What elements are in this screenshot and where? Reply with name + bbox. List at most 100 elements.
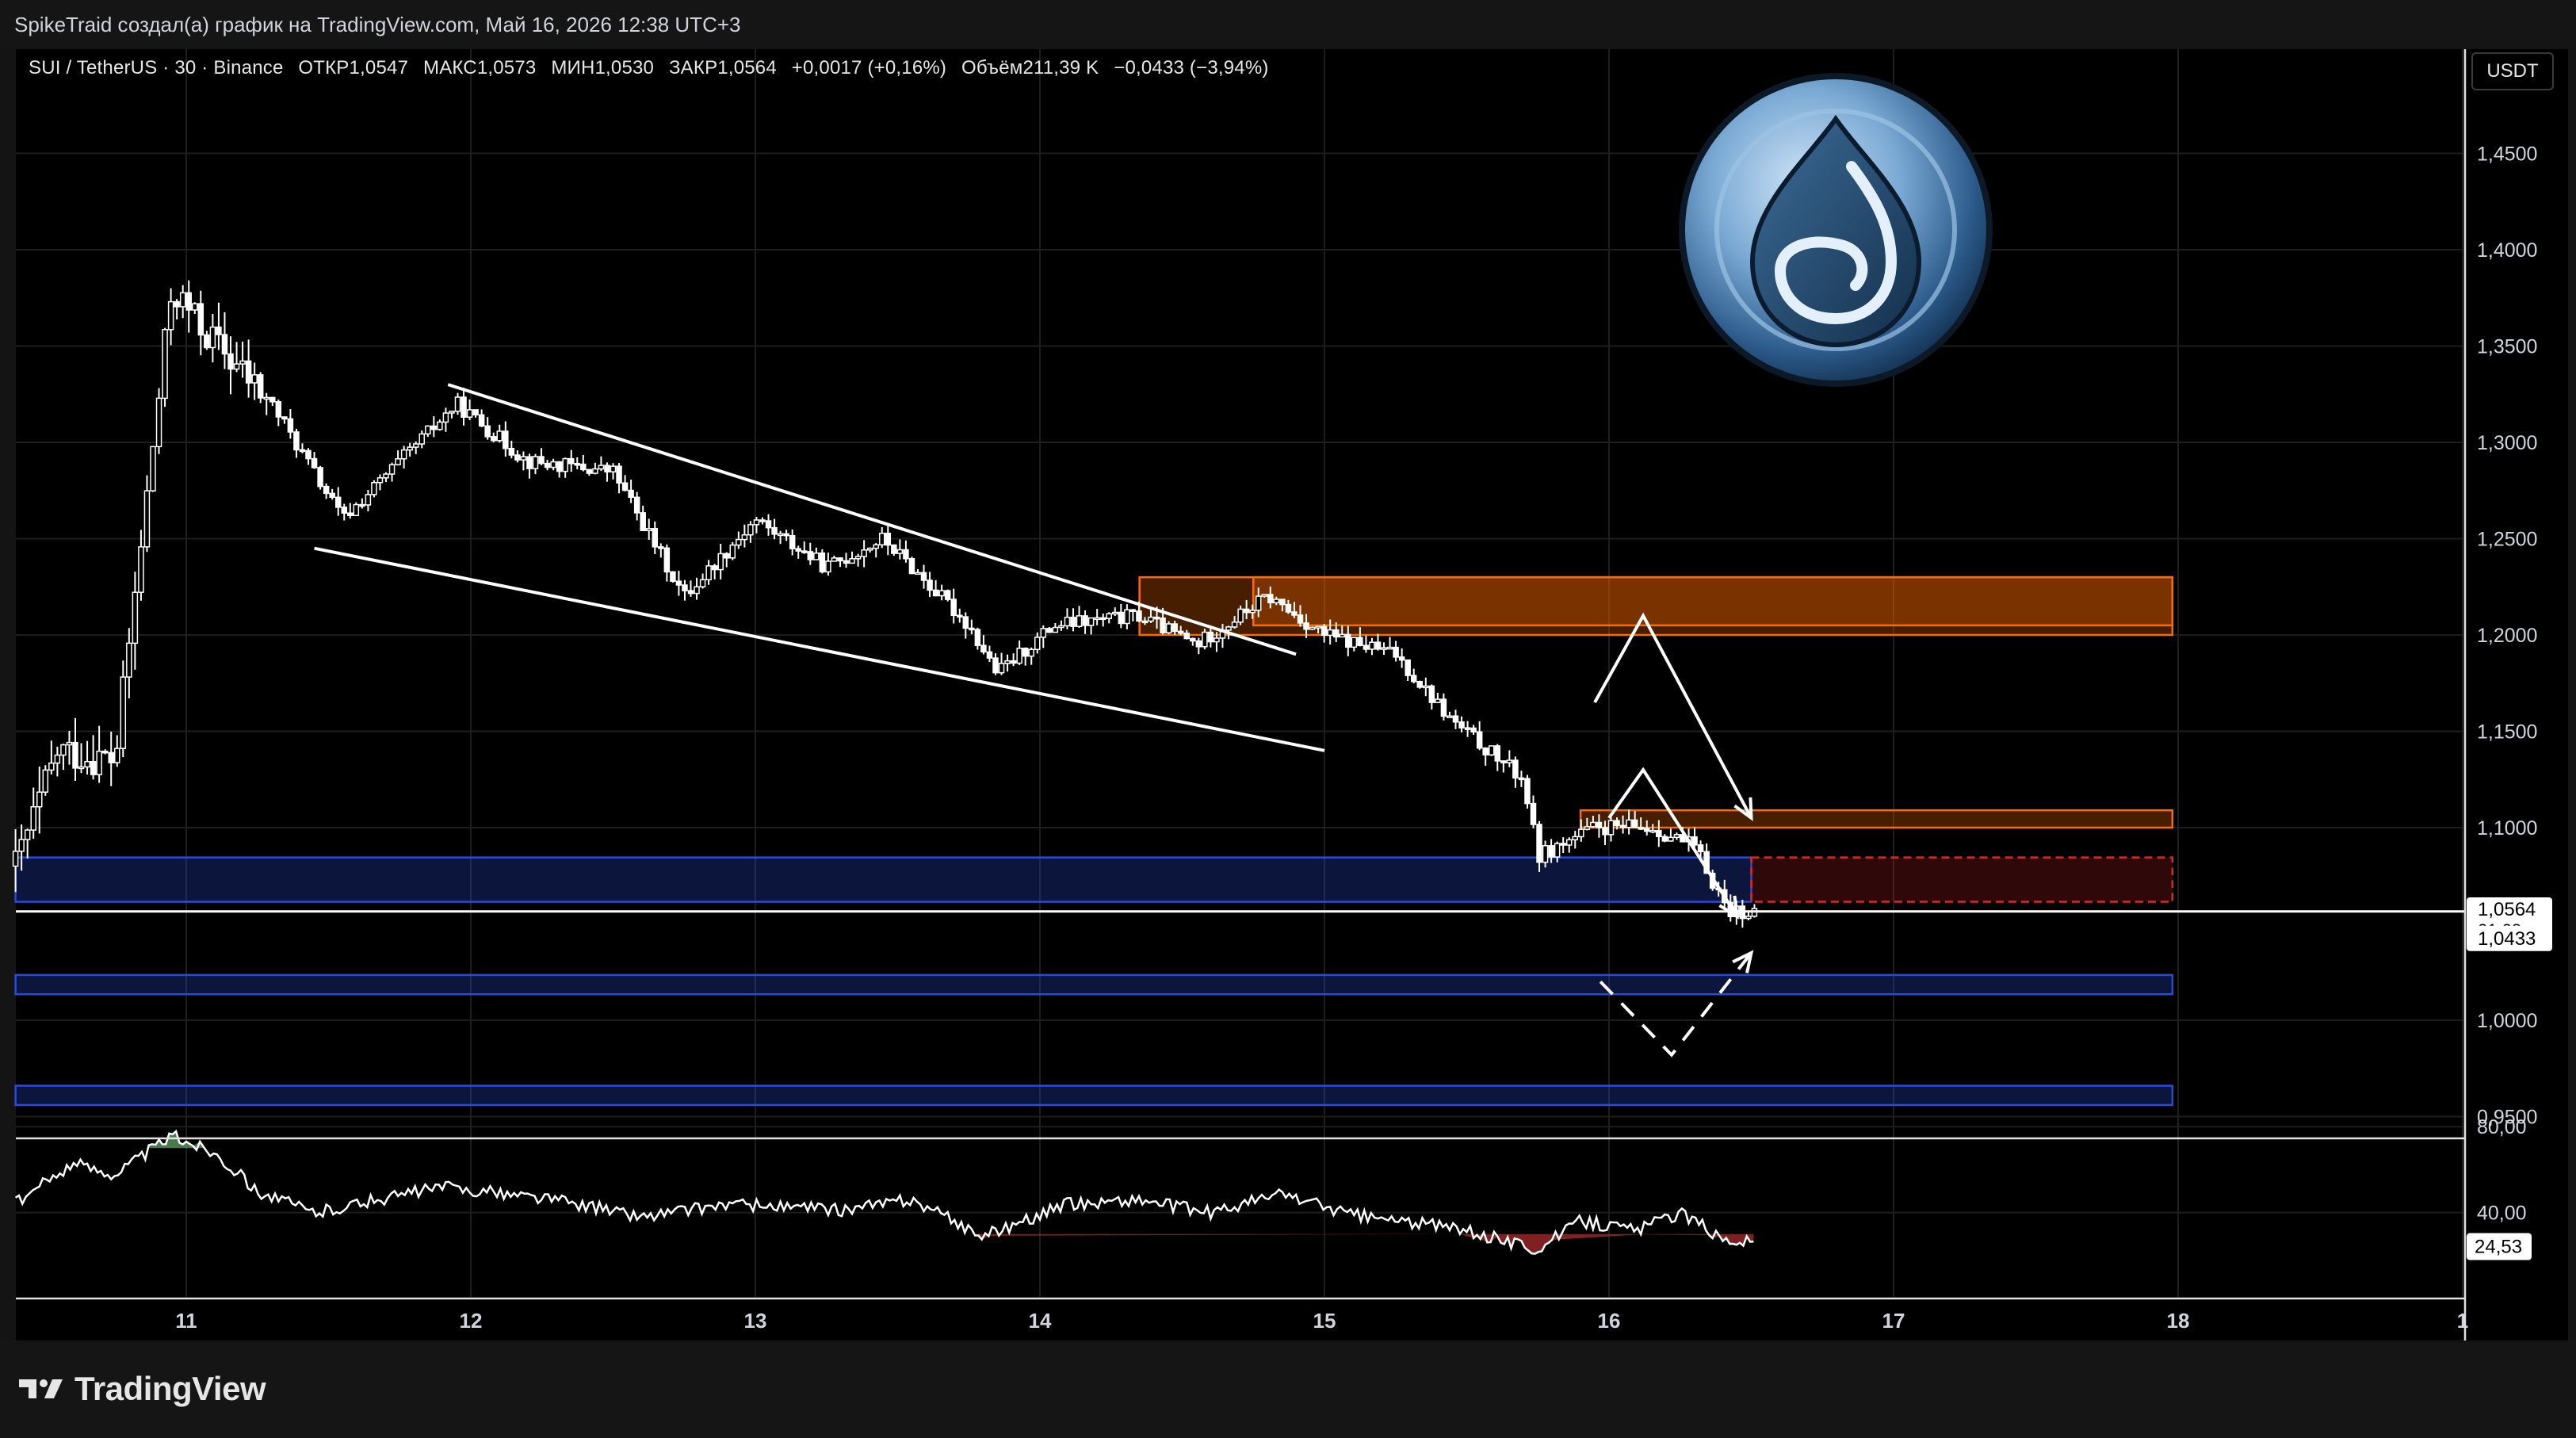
candle-body	[1428, 685, 1435, 703]
candle-body	[944, 590, 951, 600]
candle-body	[854, 556, 862, 560]
y-tick-label: 1,2000	[2477, 625, 2537, 647]
candle-body	[1351, 637, 1358, 648]
candle-body	[777, 533, 784, 537]
candle-body	[580, 463, 587, 471]
candle-body	[18, 839, 25, 852]
candle-body	[1087, 617, 1095, 626]
trend-line	[447, 383, 1297, 656]
candle-body	[652, 528, 659, 548]
candle-body	[185, 292, 192, 311]
candle-body	[1423, 685, 1429, 689]
x-tick-label: 11	[175, 1309, 197, 1333]
candle-body	[245, 360, 252, 384]
candle-body	[30, 805, 36, 831]
candle-body	[807, 551, 814, 560]
candle-body	[957, 614, 963, 618]
candle-body	[1614, 820, 1620, 827]
tradingview-logo[interactable]: TradingView	[17, 1370, 266, 1408]
candle-body	[192, 303, 198, 311]
candle-body	[1530, 802, 1537, 825]
candle-body	[1303, 622, 1309, 630]
candle-body	[544, 462, 551, 468]
candle-body	[1267, 594, 1274, 604]
candle-body	[12, 851, 19, 867]
candle-body	[550, 461, 556, 468]
candle-body	[896, 549, 904, 554]
rsi-line	[14, 1129, 1754, 1255]
candle-body	[1004, 660, 1011, 664]
candle-body	[299, 449, 306, 453]
candle-body	[574, 463, 581, 466]
candle-body	[1656, 829, 1662, 838]
candle-body	[1231, 621, 1238, 628]
candle-body	[48, 762, 55, 771]
candle-body	[723, 553, 730, 559]
candle-body	[388, 464, 396, 475]
currency-button[interactable]: USDT	[2471, 52, 2554, 90]
candle-body	[741, 534, 748, 541]
candle-body	[484, 425, 491, 438]
candle-body	[179, 292, 186, 308]
candle-body	[1458, 721, 1465, 729]
candle-body	[305, 449, 311, 460]
candle-body	[1590, 821, 1596, 828]
candle-body	[419, 433, 426, 445]
candle-body	[1602, 827, 1608, 836]
candle-body	[1297, 614, 1304, 624]
candle-body	[1046, 628, 1053, 633]
candle-body	[1578, 828, 1584, 838]
candle-body	[1118, 611, 1125, 625]
candle-body	[837, 557, 843, 562]
symbol-name[interactable]: SUI / TetherUS · 30 · Binance	[29, 57, 284, 78]
rsi-oversold-fill	[975, 1233, 1754, 1254]
candle-body	[556, 461, 563, 472]
candle-body	[101, 750, 109, 754]
candle-body	[1279, 599, 1286, 606]
price-zone-support	[14, 856, 1752, 903]
candle-body	[699, 579, 706, 587]
y-tick-label: 1,4500	[2477, 143, 2537, 166]
candle-body	[1112, 611, 1118, 615]
candle-body	[1452, 715, 1459, 723]
candle-body	[323, 485, 330, 495]
candle-body	[216, 326, 222, 335]
candle-body	[682, 584, 688, 591]
candle-body	[263, 396, 269, 400]
candle-body	[1464, 727, 1471, 730]
candle-body	[885, 533, 892, 546]
y-tick-label: 1,0000	[2477, 1010, 2537, 1032]
candle-body	[670, 571, 676, 582]
candle-body	[96, 750, 102, 775]
candle-body	[920, 572, 927, 581]
candle-body	[66, 741, 73, 746]
candle-body	[383, 473, 389, 479]
candle-body	[950, 599, 957, 617]
candle-body	[239, 360, 246, 365]
candle-body	[1619, 824, 1626, 828]
candle-body	[1082, 615, 1088, 626]
x-tick-label: 15	[1313, 1309, 1336, 1333]
candle-body	[866, 547, 873, 551]
candle-body	[430, 425, 438, 430]
candle-body	[1447, 715, 1453, 718]
candle-body	[1697, 844, 1704, 853]
candle-body	[604, 465, 610, 472]
candle-body	[675, 580, 682, 586]
x-tick-label: 14	[1029, 1309, 1052, 1333]
candle-body	[1374, 641, 1382, 650]
rsi-tick-label: 80,00	[2477, 1116, 2527, 1138]
candle-body	[1673, 834, 1680, 839]
candle-body	[1572, 836, 1579, 841]
candle-body	[1386, 646, 1393, 650]
candle-body	[1745, 916, 1752, 920]
candle-body	[371, 482, 377, 495]
candle-body	[938, 590, 945, 597]
candle-body	[275, 401, 282, 418]
candle-body	[1398, 656, 1405, 661]
candle-body	[126, 642, 132, 678]
candle-body	[861, 549, 867, 557]
price-zones	[14, 576, 2174, 1107]
chart-svg[interactable]: 11 12 13 14 15 16 17 18 1 1,4500 1,4000 1,3500 1,300…	[0, 0, 2576, 1438]
candle-body	[1261, 594, 1268, 597]
